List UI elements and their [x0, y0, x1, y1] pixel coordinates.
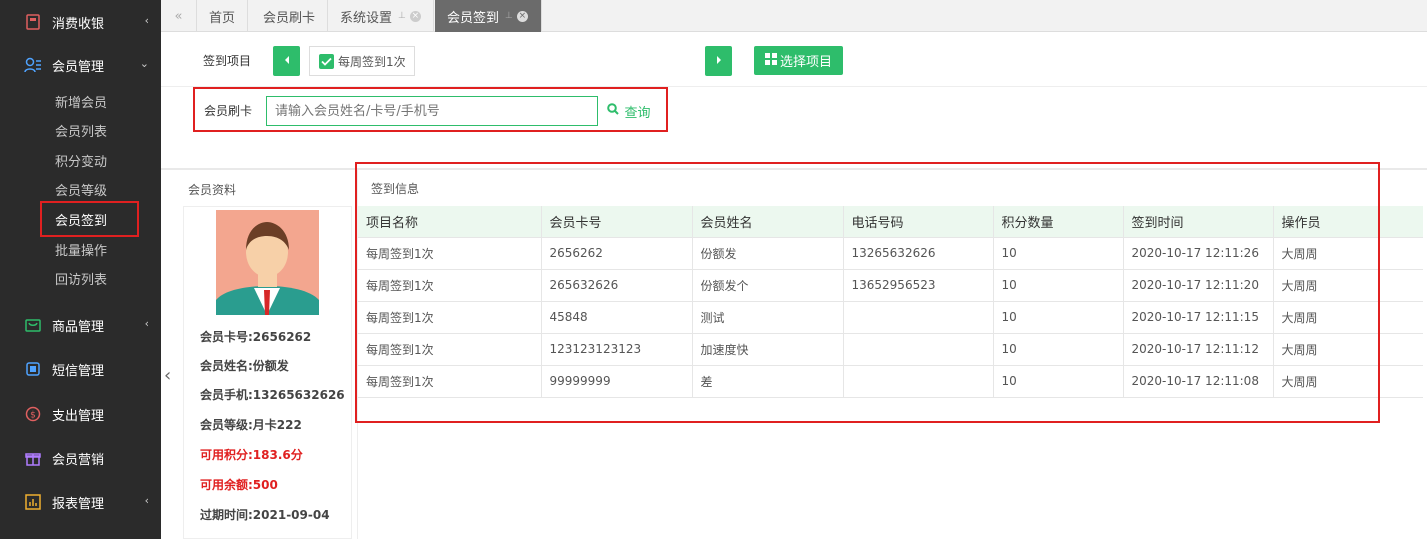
sidebar-item-batch[interactable]: 批量操作 [55, 240, 107, 259]
pin-icon[interactable]: ⊥ [398, 11, 406, 21]
member-section-title: 会员资料 [188, 183, 237, 197]
member-card-number: 会员卡号:2656262 [200, 330, 312, 344]
tab-label: 首页 [209, 10, 236, 26]
cash-register-icon [24, 13, 42, 31]
sms-icon [24, 360, 42, 378]
search-button-label: 查询 [624, 105, 651, 121]
collapse-panel-icon[interactable]: ‹ [164, 365, 171, 386]
gift-icon [24, 449, 42, 467]
sidebar: 消费收银 ‹ 会员管理 ⌄ 新增会员 会员列表 积分变动 会员等级 会员签到 批… [0, 0, 161, 539]
chevron-left-icon: ‹ [144, 317, 149, 330]
highlight-box [40, 201, 139, 237]
nav-group-label: 消费收银 [52, 16, 105, 32]
sidebar-item-member-level[interactable]: 会员等级 [55, 180, 107, 199]
sidebar-item-points-change[interactable]: 积分变动 [55, 151, 107, 170]
nav-group-member[interactable]: 会员管理 ⌄ [0, 43, 161, 87]
goods-icon [24, 316, 42, 334]
tab-system-settings[interactable]: 系统设置 ⊥ × [328, 0, 434, 32]
pin-icon[interactable]: ⊥ [505, 11, 513, 21]
nav-group-label: 会员管理 [52, 59, 105, 75]
member-expire: 过期时间:2021-09-04 [200, 508, 330, 522]
caret-left-icon [283, 54, 291, 69]
grid-icon [764, 52, 777, 69]
member-icon [24, 56, 42, 74]
nav-group-label: 会员营销 [52, 452, 105, 468]
nav-group-label: 支出管理 [52, 408, 105, 424]
nav-group-label: 短信管理 [52, 363, 105, 379]
nav-group-label: 报表管理 [52, 496, 105, 512]
member-points: 可用积分:183.6分 [200, 448, 303, 462]
sidebar-item-member-list[interactable]: 会员列表 [55, 121, 107, 140]
search-icon [607, 103, 620, 119]
nav-group-marketing[interactable]: 会员营销 [0, 436, 161, 480]
nav-group-report[interactable]: 报表管理 ‹ [0, 480, 161, 524]
sidebar-item-add-member[interactable]: 新增会员 [55, 92, 107, 111]
svg-text:$: $ [30, 411, 36, 421]
search-button[interactable]: 查询 [598, 96, 660, 126]
member-name: 会员姓名:份额发 [200, 359, 289, 373]
tab-back-button[interactable]: « [161, 0, 197, 32]
prev-project-button[interactable] [273, 46, 300, 76]
project-checkbox[interactable]: 每周签到1次 [309, 46, 415, 76]
choose-project-label: 选择项目 [779, 55, 832, 70]
nav-group-expense[interactable]: $ 支出管理 [0, 392, 161, 436]
member-phone: 会员手机:13265632626 [200, 388, 345, 402]
highlight-box [355, 162, 1380, 423]
project-checkbox-label: 每周签到1次 [338, 54, 406, 69]
project-label: 签到项目 [203, 54, 252, 68]
nav-group-cashier[interactable]: 消费收银 ‹ [0, 0, 161, 44]
sidebar-item-visit-list[interactable]: 回访列表 [55, 269, 107, 288]
search-input[interactable] [266, 96, 598, 126]
tab-member-signin[interactable]: 会员签到 ⊥ × [435, 0, 542, 32]
tab-label: 会员签到 [447, 10, 500, 26]
card-label: 会员刷卡 [204, 104, 253, 118]
tab-home[interactable]: 首页 [197, 0, 249, 32]
checkmark-icon [319, 53, 334, 69]
next-project-button[interactable] [705, 46, 732, 76]
report-icon [24, 493, 42, 511]
tab-member-card[interactable]: 会员刷卡 [251, 0, 329, 32]
member-balance: 可用余额:500 [200, 478, 278, 492]
close-icon[interactable]: × [516, 10, 528, 22]
expense-icon: $ [24, 405, 42, 423]
chevron-down-icon: ⌄ [139, 57, 149, 70]
tab-label: 系统设置 [340, 10, 393, 26]
caret-right-icon [715, 54, 723, 69]
avatar [216, 210, 319, 315]
close-icon[interactable]: × [409, 10, 421, 22]
chevron-left-icon: ‹ [144, 14, 149, 27]
choose-project-button[interactable]: 选择项目 [754, 46, 843, 75]
member-level: 会员等级:月卡222 [200, 418, 302, 432]
nav-group-label: 商品管理 [52, 319, 105, 335]
tab-bar: « 首页 会员刷卡 系统设置 ⊥ × 会员签到 ⊥ × [161, 0, 1427, 32]
nav-group-sms[interactable]: 短信管理 [0, 347, 161, 391]
tab-label: 会员刷卡 [263, 10, 316, 26]
chevron-left-icon: ‹ [144, 494, 149, 507]
nav-group-goods[interactable]: 商品管理 ‹ [0, 303, 161, 347]
